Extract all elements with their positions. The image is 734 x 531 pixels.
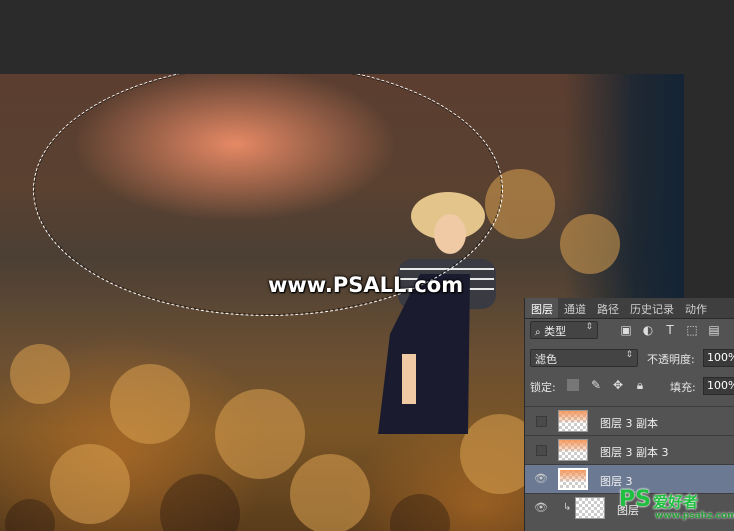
layer-name: 图层 3 副本 (600, 417, 658, 430)
updown-arrow-icon: ⇕ (585, 322, 593, 332)
panel-tabs: 图层 通道 路径 历史记录 动作 (525, 298, 734, 319)
fill-field[interactable]: 100% (703, 377, 734, 395)
search-icon: ⌕ (535, 327, 541, 338)
clipping-arrow-icon: ↳ (563, 502, 572, 513)
eye-icon[interactable]: 👁︎ (534, 502, 548, 514)
layer-row[interactable]: 图层 3 副本 3 (525, 435, 734, 464)
layer-filter-dropdown[interactable]: ⌕ 类型 ⇕ (530, 321, 598, 339)
tab-layers[interactable]: 图层 (525, 298, 558, 318)
layer-thumbnail (558, 468, 588, 490)
move-icon[interactable]: ✥ (611, 378, 625, 392)
visibility-toggle[interactable] (536, 416, 547, 427)
site-logo: PS 爱好者 www.psahz.com (619, 487, 734, 531)
lock-label: 锁定: (530, 381, 556, 394)
layer-thumbnail (558, 410, 588, 432)
updown-arrow-icon: ⇕ (625, 350, 633, 360)
layer-row[interactable]: 图层 3 副本 (525, 406, 734, 435)
logo-url-text: www.psahz.com (655, 511, 734, 521)
fill-label: 填充: (670, 381, 696, 394)
smart-object-filter-icon[interactable]: ▤ (707, 323, 721, 337)
blend-mode-dropdown[interactable]: 滤色 ⇕ (530, 349, 638, 367)
watermark-text: www.PSALL.com (268, 273, 464, 297)
visibility-toggle[interactable] (536, 445, 547, 456)
image-filter-icon[interactable]: ▣ (619, 323, 633, 337)
opacity-field[interactable]: 100% (703, 349, 734, 367)
lock-transparent-pixels-icon[interactable] (567, 379, 579, 391)
tab-actions[interactable]: 动作 (679, 298, 712, 318)
filter-type-label: 类型 (544, 325, 567, 338)
layer-thumbnail (558, 439, 588, 461)
layer-thumbnail (575, 497, 605, 519)
brush-icon[interactable]: ✎ (589, 378, 603, 392)
tab-channels[interactable]: 通道 (558, 298, 591, 318)
blend-mode-value: 滤色 (535, 353, 557, 366)
text-filter-icon[interactable]: T (663, 323, 677, 337)
opacity-label: 不透明度: (647, 353, 695, 366)
lock-icon[interactable]: 🔒︎ (633, 378, 647, 392)
adjustment-filter-icon[interactable]: ◐ (641, 323, 655, 337)
layer-name: 图层 3 副本 3 (600, 446, 669, 459)
tab-history[interactable]: 历史记录 (624, 298, 679, 318)
eye-icon[interactable]: 👁︎ (534, 473, 548, 485)
logo-cn-text: 爱好者 (653, 493, 699, 511)
logo-ps-text: PS (619, 487, 651, 512)
tab-paths[interactable]: 路径 (591, 298, 624, 318)
shape-filter-icon[interactable]: ⬚ (685, 323, 699, 337)
